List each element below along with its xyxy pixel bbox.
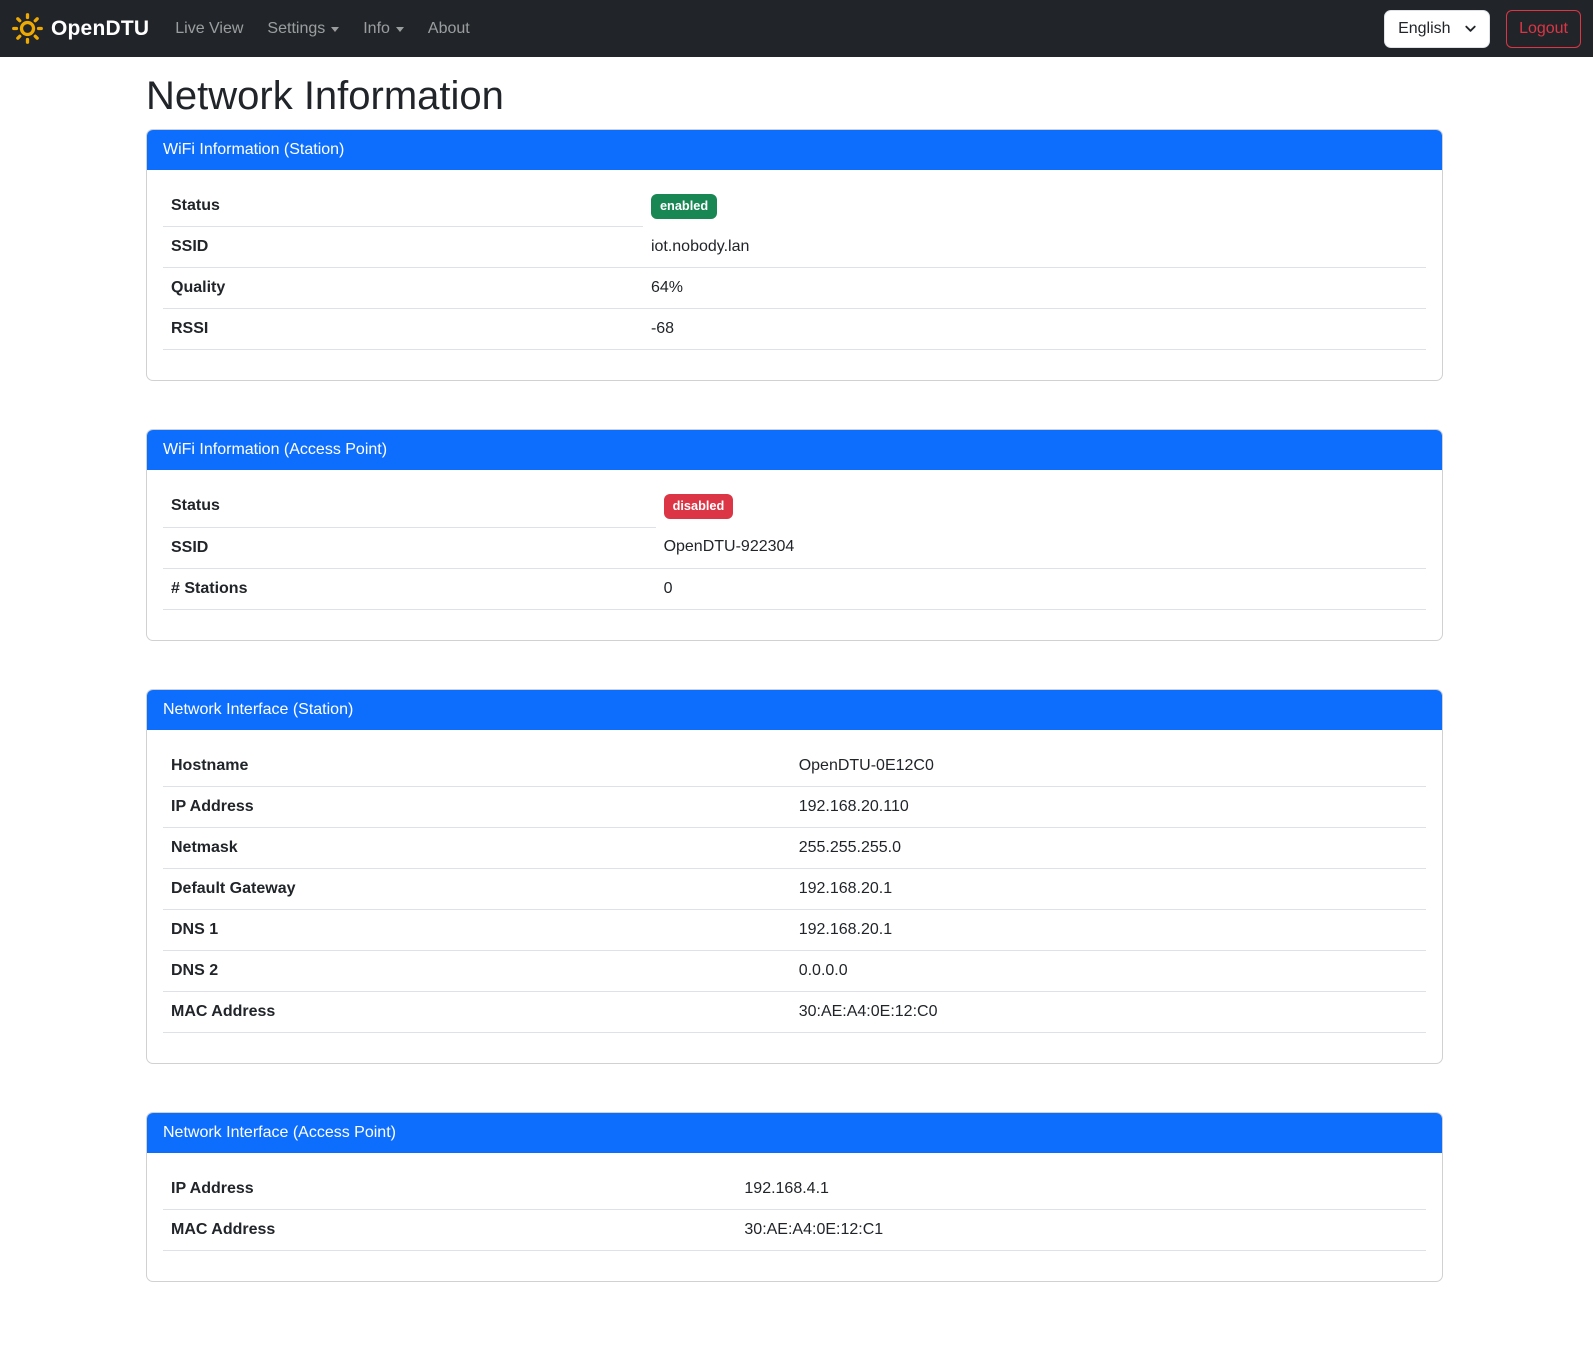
- card-body: IP Address 192.168.4.1 MAC Address 30:AE…: [147, 1153, 1442, 1281]
- row-value: 30:AE:A4:0E:12:C1: [736, 1209, 1426, 1250]
- row-value: 0: [656, 568, 1426, 609]
- table-row: DNS 1 192.168.20.1: [163, 909, 1426, 950]
- row-value: 192.168.20.110: [791, 786, 1426, 827]
- table-row: Hostname OpenDTU-0E12C0: [163, 746, 1426, 787]
- brand-link[interactable]: OpenDTU: [12, 13, 149, 44]
- row-label: IP Address: [163, 1169, 736, 1210]
- top-navbar: OpenDTU Live View Settings Info About En…: [0, 0, 1593, 57]
- row-value: 30:AE:A4:0E:12:C0: [791, 991, 1426, 1032]
- language-select[interactable]: English: [1384, 10, 1490, 48]
- table-row: Default Gateway 192.168.20.1: [163, 868, 1426, 909]
- row-label: MAC Address: [163, 991, 791, 1032]
- chevron-down-icon: [331, 27, 339, 32]
- table-row: Status enabled: [163, 186, 1426, 227]
- card-network-interface-station: Network Interface (Station) Hostname Ope…: [146, 689, 1443, 1064]
- status-badge: disabled: [664, 494, 734, 519]
- row-label: SSID: [163, 227, 643, 268]
- row-label: Netmask: [163, 827, 791, 868]
- table-row: IP Address 192.168.20.110: [163, 786, 1426, 827]
- navbar-right: English Logout: [1384, 10, 1581, 48]
- card-header: Network Interface (Access Point): [147, 1113, 1442, 1153]
- nav-item-about[interactable]: About: [420, 12, 478, 46]
- row-label: Default Gateway: [163, 868, 791, 909]
- nav-item-label: Info: [363, 20, 390, 38]
- row-value: OpenDTU-922304: [656, 527, 1426, 568]
- main-content: Network Information WiFi Information (St…: [146, 72, 1443, 1282]
- card-wifi-access-point: WiFi Information (Access Point) Status d…: [146, 429, 1443, 640]
- row-label: Status: [163, 186, 643, 227]
- card-wifi-station: WiFi Information (Station) Status enable…: [146, 129, 1443, 381]
- row-value: iot.nobody.lan: [643, 227, 1426, 268]
- table-row: MAC Address 30:AE:A4:0E:12:C1: [163, 1209, 1426, 1250]
- card-body: Status enabled SSID iot.nobody.lan Quali…: [147, 170, 1442, 380]
- card-body: Status disabled SSID OpenDTU-922304 # St…: [147, 470, 1442, 639]
- row-label: Hostname: [163, 746, 791, 787]
- row-value: 192.168.20.1: [791, 909, 1426, 950]
- nav-item-live-view[interactable]: Live View: [167, 12, 251, 46]
- page-title: Network Information: [146, 72, 1443, 120]
- card-header: Network Interface (Station): [147, 690, 1442, 730]
- brand-title: OpenDTU: [51, 17, 149, 41]
- row-label: IP Address: [163, 786, 791, 827]
- card-header: WiFi Information (Access Point): [147, 430, 1442, 470]
- row-label: Quality: [163, 268, 643, 309]
- status-badge: enabled: [651, 194, 717, 219]
- nav-item-info[interactable]: Info: [355, 12, 412, 46]
- row-value: 192.168.20.1: [791, 868, 1426, 909]
- row-label: Status: [163, 486, 656, 527]
- row-value: 192.168.4.1: [736, 1169, 1426, 1210]
- row-value: 64%: [643, 268, 1426, 309]
- table-row: RSSI -68: [163, 309, 1426, 350]
- table-row: MAC Address 30:AE:A4:0E:12:C0: [163, 991, 1426, 1032]
- row-label: # Stations: [163, 568, 656, 609]
- row-label: DNS 2: [163, 950, 791, 991]
- chevron-down-icon: [1463, 21, 1478, 36]
- nav-item-label: Live View: [175, 20, 243, 38]
- card-network-interface-access-point: Network Interface (Access Point) IP Addr…: [146, 1112, 1443, 1282]
- logout-button[interactable]: Logout: [1506, 10, 1581, 48]
- row-label: MAC Address: [163, 1209, 736, 1250]
- table-row: DNS 2 0.0.0.0: [163, 950, 1426, 991]
- row-label: DNS 1: [163, 909, 791, 950]
- info-table: Status disabled SSID OpenDTU-922304 # St…: [163, 486, 1426, 609]
- row-value: -68: [643, 309, 1426, 350]
- row-value: disabled: [656, 486, 1426, 527]
- card-body: Hostname OpenDTU-0E12C0 IP Address 192.1…: [147, 730, 1442, 1063]
- table-row: IP Address 192.168.4.1: [163, 1169, 1426, 1210]
- card-header: WiFi Information (Station): [147, 130, 1442, 170]
- row-value: enabled: [643, 186, 1426, 227]
- table-row: Quality 64%: [163, 268, 1426, 309]
- info-table: Hostname OpenDTU-0E12C0 IP Address 192.1…: [163, 746, 1426, 1033]
- table-row: Netmask 255.255.255.0: [163, 827, 1426, 868]
- row-label: SSID: [163, 527, 656, 568]
- table-row: SSID iot.nobody.lan: [163, 227, 1426, 268]
- row-value: OpenDTU-0E12C0: [791, 746, 1426, 787]
- info-table: Status enabled SSID iot.nobody.lan Quali…: [163, 186, 1426, 350]
- nav-links: Live View Settings Info About: [163, 12, 482, 46]
- table-row: Status disabled: [163, 486, 1426, 527]
- row-label: RSSI: [163, 309, 643, 350]
- nav-item-label: Settings: [267, 20, 325, 38]
- table-row: # Stations 0: [163, 568, 1426, 609]
- chevron-down-icon: [396, 27, 404, 32]
- row-value: 255.255.255.0: [791, 827, 1426, 868]
- nav-item-label: About: [428, 20, 470, 38]
- language-select-value: English: [1398, 20, 1450, 38]
- info-table: IP Address 192.168.4.1 MAC Address 30:AE…: [163, 1169, 1426, 1251]
- nav-item-settings[interactable]: Settings: [259, 12, 347, 46]
- table-row: SSID OpenDTU-922304: [163, 527, 1426, 568]
- sun-icon: [12, 13, 43, 44]
- row-value: 0.0.0.0: [791, 950, 1426, 991]
